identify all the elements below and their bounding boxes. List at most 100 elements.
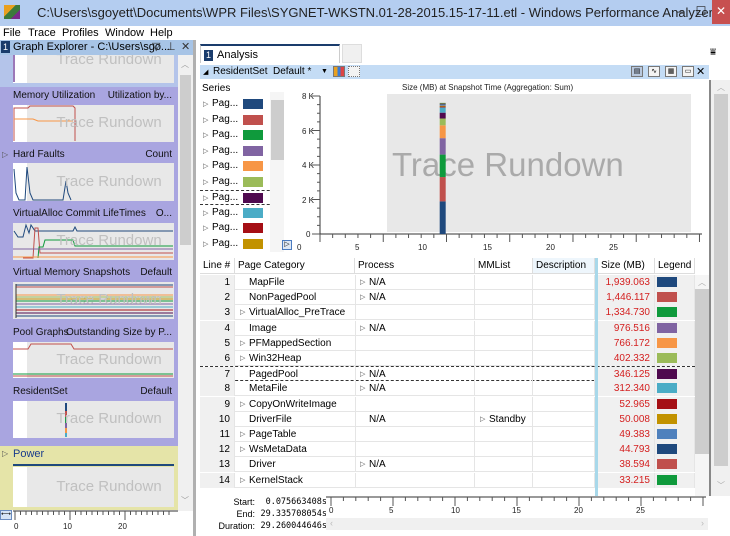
menu-help[interactable]: Help (150, 27, 173, 39)
series-item[interactable]: Pag... ▷ (200, 113, 280, 128)
table-row[interactable]: 9 ▷ CopyOnWriteImage 52.965 (200, 396, 695, 412)
chevron-down-icon[interactable]: ▼ (321, 68, 328, 75)
graph-preset[interactable]: Default (140, 267, 172, 278)
graph-preset[interactable]: Count (145, 149, 172, 160)
scrollbar-thumb[interactable] (714, 94, 728, 466)
graph-thumbnail[interactable]: Trace Rundown (13, 223, 174, 260)
collapse-icon[interactable]: ◢ (203, 68, 208, 76)
table-row[interactable]: 13 Driver ▷ N/A 38.594 (200, 457, 695, 473)
tab-analysis[interactable]: 1 Analysis (200, 44, 340, 63)
scrollbar-thumb[interactable] (180, 75, 191, 245)
scroll-up-icon[interactable]: ︿ (698, 277, 706, 288)
menu-window[interactable]: Window (105, 27, 144, 39)
series-item[interactable]: Pag... ▷ (200, 159, 280, 174)
column-header-process[interactable]: Process (355, 258, 475, 274)
graph-thumbnail[interactable]: Trace Rundown (13, 401, 174, 438)
graph-preset[interactable]: Outstanding Size by P... (66, 327, 172, 338)
graph-preset[interactable]: O... (156, 208, 172, 219)
table-row[interactable]: 11 ▷ PageTable 49.383 (200, 427, 695, 442)
table-row[interactable]: 10 DriverFile N/A ▷ Standby 50.008 (200, 411, 695, 427)
expand-icon[interactable]: ▷ (2, 449, 8, 458)
scroll-down-icon[interactable]: ﹀ (717, 480, 725, 491)
graph-preset[interactable]: Utilization by... (108, 90, 172, 101)
graph-thumbnail[interactable]: Trace Rundown (13, 105, 174, 142)
expand-icon[interactable]: ▷ (203, 116, 208, 124)
graph-thumbnail[interactable]: Trace Rundown (13, 342, 174, 378)
expand-icon[interactable]: ▷ (360, 278, 365, 286)
menu-trace[interactable]: Trace (28, 27, 56, 39)
menu-profiles[interactable]: Profiles (62, 27, 99, 39)
scrollbar-thumb[interactable] (695, 289, 709, 454)
close-icon[interactable]: ✕ (181, 40, 190, 53)
graphing-column-divider[interactable] (595, 258, 598, 496)
preset-dropdown[interactable]: Default * (273, 66, 311, 77)
scroll-down-icon[interactable]: ﹀ (181, 495, 189, 506)
expand-icon[interactable]: ▷ (203, 178, 208, 186)
expand-icon[interactable]: ▷ (203, 224, 208, 232)
expand-icon[interactable]: ▷ (203, 194, 208, 202)
column-header-legend[interactable]: Legend (655, 258, 695, 274)
expand-icon[interactable]: ▷ (203, 100, 208, 108)
series-item[interactable]: Pag... ▷ (200, 221, 280, 236)
close-view-icon[interactable]: ✕ (696, 65, 705, 78)
new-tab-button[interactable] (342, 44, 362, 63)
table-row[interactable]: 8 MetaFile ▷ N/A 312.340 (200, 381, 695, 397)
expand-icon[interactable]: ▷ (360, 384, 365, 392)
series-item[interactable]: Pag... ▷ (200, 97, 280, 112)
column-header-page-category[interactable]: Page Category (235, 258, 355, 274)
dropdown-icon[interactable]: ▽ (152, 40, 160, 53)
series-item[interactable]: Pag... ▷ (200, 144, 280, 159)
table-row[interactable]: 3 ▷ VirtualAlloc_PreTrace 1,334.730 (200, 305, 695, 321)
table-row[interactable]: 7 PagedPool ▷ N/A 346.125 (200, 366, 695, 383)
graph-thumbnail[interactable]: Trace Rundown (13, 282, 174, 319)
expand-icon[interactable]: ▷ (240, 476, 245, 484)
column-header-line[interactable]: Line # (200, 258, 235, 274)
table-row[interactable]: 14 ▷ KernelStack 33.215 (200, 472, 695, 488)
scroll-up-icon[interactable]: ︿ (717, 82, 725, 93)
table-row[interactable]: 1 MapFile ▷ N/A 1,939.063 (200, 275, 695, 290)
expand-icon[interactable]: ▷ (203, 209, 208, 217)
graph-thumbnail[interactable]: Trace Rundown (13, 163, 174, 201)
table-row[interactable]: 6 ▷ Win32Heap 402.332 (200, 351, 695, 366)
table-scrollbar[interactable]: ︿ (695, 275, 709, 496)
column-header-size[interactable]: Size (MB) (598, 258, 655, 274)
expand-icon[interactable]: ▷ (240, 445, 245, 453)
expand-icon[interactable]: ▷ (203, 162, 208, 170)
expand-icon[interactable]: ▷ (360, 324, 365, 332)
graph-thumbnail[interactable]: Trace Rundown (13, 467, 174, 507)
expand-icon[interactable]: ▷ (203, 131, 208, 139)
pin-icon[interactable]: ⊥ (166, 40, 176, 53)
filter-dropdown-icon[interactable]: ⩸ (710, 47, 716, 58)
close-window-button[interactable]: ✕ (712, 0, 730, 24)
scroll-up-icon[interactable]: ︿ (181, 59, 189, 70)
column-header-mmlist[interactable]: MMList (475, 258, 533, 274)
expand-icon[interactable]: ▷ (203, 240, 208, 248)
table-only-icon[interactable]: ▦ (665, 66, 677, 77)
table-row[interactable]: 5 ▷ PFMappedSection 766.172 (200, 335, 695, 351)
expand-icon[interactable]: ▷ (360, 293, 365, 301)
expand-icon[interactable]: ▷ (360, 460, 365, 468)
expand-axis-button[interactable]: ▷ (282, 240, 292, 250)
table-row[interactable]: 12 ▷ WsMetaData 44.793 (200, 442, 695, 458)
expand-icon[interactable]: ▷ (480, 415, 485, 423)
table-row[interactable]: 4 Image ▷ N/A 976.516 (200, 320, 695, 336)
series-item[interactable]: Pag... ▷ (200, 175, 280, 190)
menu-file[interactable]: File (3, 27, 21, 39)
panel-splitter[interactable] (193, 40, 196, 536)
expand-icon[interactable]: ▷ (2, 150, 8, 159)
series-item[interactable]: Pag... ▷ (200, 237, 280, 252)
graph-and-table-icon[interactable]: ▤ (631, 66, 643, 77)
timeline-scrollbar[interactable]: ‹ › (326, 518, 708, 530)
graph-explorer-scrollbar[interactable]: ︿ ﹀ (178, 55, 193, 511)
graph-preset[interactable]: Default (140, 386, 172, 397)
series-item[interactable]: Pag... ▷ (200, 190, 280, 205)
expand-icon[interactable]: ▷ (240, 430, 245, 438)
expand-icon[interactable]: ▷ (240, 339, 245, 347)
expand-icon[interactable]: ▷ (240, 400, 245, 408)
table-row[interactable]: 2 NonPagedPool ▷ N/A 1,446.117 (200, 290, 695, 306)
zoom-fit-button[interactable]: ⟷ (0, 510, 12, 520)
select-icon[interactable] (348, 66, 360, 77)
expand-icon[interactable]: ▷ (203, 147, 208, 155)
expand-icon[interactable]: ▷ (360, 370, 365, 378)
scroll-left-icon[interactable]: ‹ (330, 518, 333, 528)
